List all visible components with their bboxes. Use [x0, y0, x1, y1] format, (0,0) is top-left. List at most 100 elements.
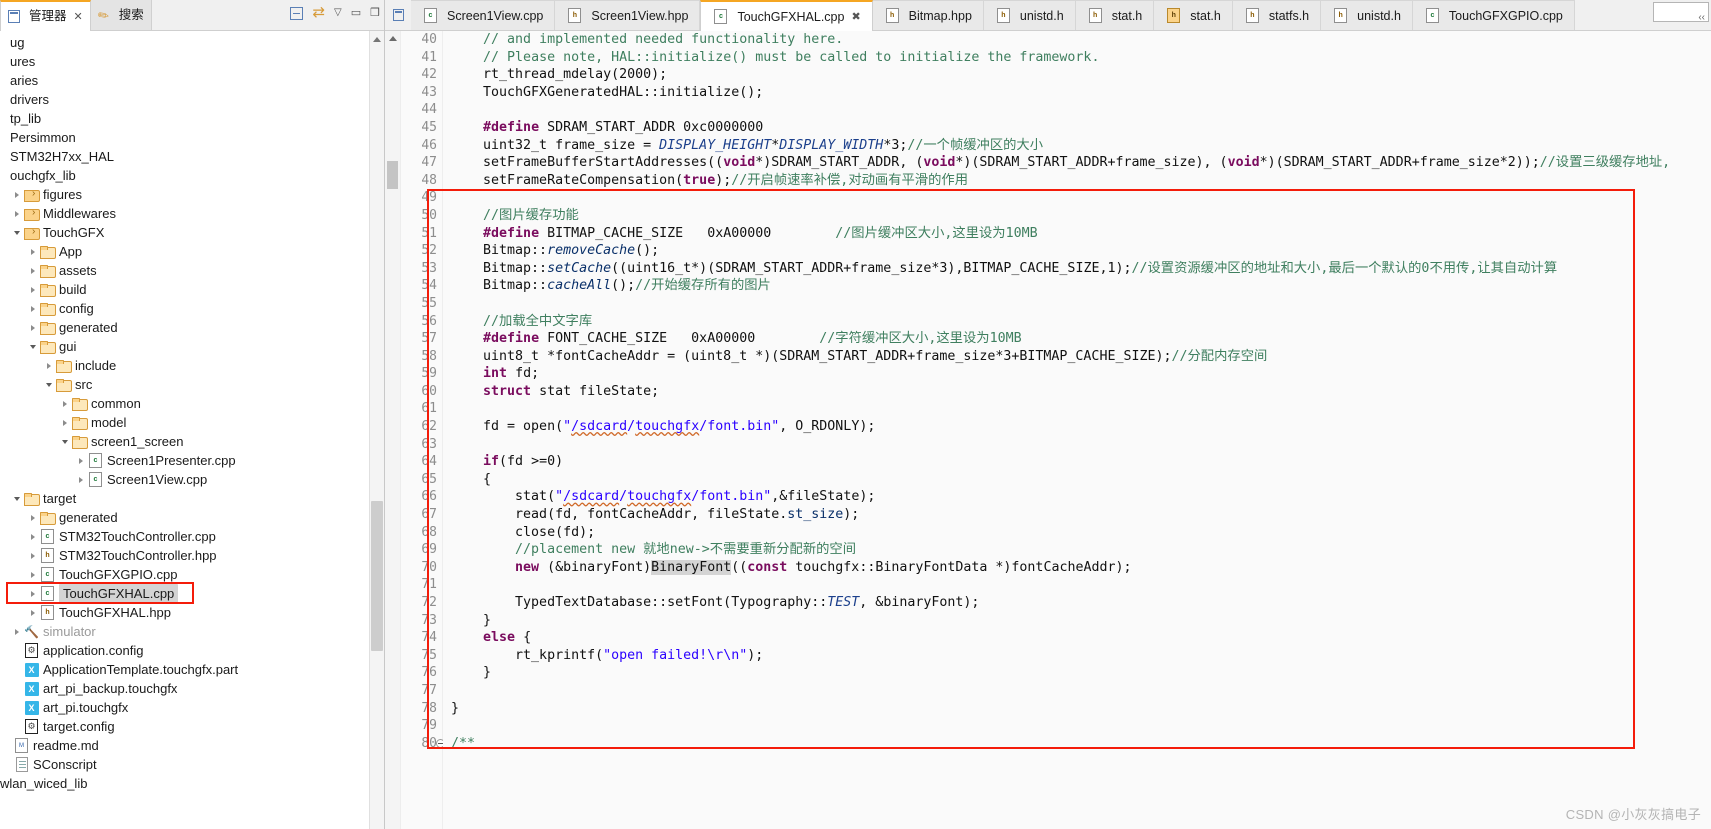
tree-item[interactable]: 🔨 simulator	[0, 622, 384, 641]
tree-item[interactable]: h STM32TouchController.hpp	[0, 546, 384, 565]
tree-item[interactable]: c Screen1View.cpp	[0, 470, 384, 489]
editor-vertical-scrollbar[interactable]	[385, 31, 401, 829]
code-line[interactable]: struct stat fileState;	[443, 383, 1711, 401]
tree-item[interactable]: ⚙ application.config	[0, 641, 384, 660]
tree-item[interactable]: ouchgfx_lib	[0, 166, 384, 185]
view-menu-icon[interactable]: ▽	[334, 5, 342, 21]
tab-project-explorer[interactable]: 管理器 ✕	[0, 0, 91, 31]
code-line[interactable]: }	[443, 612, 1711, 630]
project-tree[interactable]: ug ures aries drivers tp_lib Persimmon STM32H7…	[0, 31, 384, 829]
code-line[interactable]: }	[443, 700, 1711, 718]
tree-item[interactable]: generated	[0, 508, 384, 527]
tree-item[interactable]: Xart_pi.touchgfx	[0, 698, 384, 717]
code-line[interactable]: stat("/sdcard/touchgfx/font.bin",&fileSt…	[443, 488, 1711, 506]
tree-toggle[interactable]	[26, 248, 39, 255]
code-line[interactable]	[443, 682, 1711, 700]
collapse-all-icon[interactable]	[290, 6, 304, 20]
left-panel-scrollbar[interactable]	[369, 31, 384, 829]
tree-toggle[interactable]	[26, 267, 39, 274]
tree-toggle[interactable]	[10, 496, 23, 501]
tree-toggle[interactable]	[74, 457, 87, 464]
tree-item[interactable]: wlan_wiced_lib	[0, 774, 384, 793]
tree-item[interactable]: model	[0, 413, 384, 432]
tree-item[interactable]: Middlewares	[0, 204, 384, 223]
tree-item[interactable]: App	[0, 242, 384, 261]
tree-toggle[interactable]	[74, 476, 87, 483]
code-line[interactable]: //placement new 就地new->不需要重新分配新的空间	[443, 541, 1711, 559]
code-line[interactable]: //图片缓存功能	[443, 207, 1711, 225]
tree-item[interactable]: h TouchGFXHAL.hpp	[0, 603, 384, 622]
editor-tab[interactable]: h stat.h	[1075, 0, 1155, 30]
code-line[interactable]: #define SDRAM_START_ADDR 0xc0000000	[443, 119, 1711, 137]
tree-item[interactable]: drivers	[0, 90, 384, 109]
code-line[interactable]: else {	[443, 629, 1711, 647]
tree-toggle[interactable]	[58, 439, 71, 444]
code-line[interactable]: /**	[443, 735, 1711, 753]
tree-item[interactable]: aries	[0, 71, 384, 90]
code-line[interactable]: Bitmap::removeCache();	[443, 242, 1711, 260]
code-line[interactable]: Bitmap::cacheAll();//开始缓存所有的图片	[443, 277, 1711, 295]
tree-toggle[interactable]	[58, 419, 71, 426]
maximize-icon[interactable]: ❒	[370, 5, 380, 21]
tree-item[interactable]: c TouchGFXGPIO.cpp	[0, 565, 384, 584]
tree-item[interactable]: src	[0, 375, 384, 394]
code-line[interactable]: close(fd);	[443, 524, 1711, 542]
editor-tab[interactable]: h unistd.h	[1321, 0, 1413, 30]
tree-item[interactable]: config	[0, 299, 384, 318]
tree-item[interactable]: gui	[0, 337, 384, 356]
editor-tab-overflow[interactable]	[1653, 2, 1709, 23]
tree-toggle[interactable]	[42, 382, 55, 387]
tree-toggle[interactable]	[26, 305, 39, 312]
close-icon[interactable]: ✖	[851, 10, 860, 23]
tree-item[interactable]: include	[0, 356, 384, 375]
tree-item[interactable]: Xart_pi_backup.touchgfx	[0, 679, 384, 698]
tree-item[interactable]: target	[0, 489, 384, 508]
tab-search[interactable]: ✎ 搜索	[90, 0, 152, 30]
tree-item[interactable]: SConscript	[0, 755, 384, 774]
tree-item[interactable]: TouchGFX	[0, 223, 384, 242]
code-line[interactable]: TouchGFXGeneratedHAL::initialize();	[443, 84, 1711, 102]
tree-item[interactable]: ug	[0, 33, 384, 52]
scroll-up-arrow[interactable]	[373, 37, 381, 42]
tree-toggle[interactable]	[26, 514, 39, 521]
tree-toggle[interactable]	[26, 590, 39, 597]
tree-item[interactable]: build	[0, 280, 384, 299]
code-line[interactable]: setFrameBufferStartAddresses((void*)SDRA…	[443, 154, 1711, 172]
tree-toggle[interactable]	[10, 191, 23, 198]
tree-item[interactable]: assets	[0, 261, 384, 280]
code-line[interactable]	[443, 436, 1711, 454]
tree-toggle[interactable]	[26, 286, 39, 293]
code-line[interactable]: read(fd, fontCacheAddr, fileState.st_siz…	[443, 506, 1711, 524]
tree-toggle[interactable]	[42, 362, 55, 369]
code-line[interactable]	[443, 189, 1711, 207]
editor-tab[interactable]: h Bitmap.hpp	[872, 0, 984, 30]
code-line[interactable]: }	[443, 664, 1711, 682]
code-line[interactable]: #define FONT_CACHE_SIZE 0xA00000 //字符缓冲区…	[443, 330, 1711, 348]
editor-tab[interactable]: h statfs.h	[1232, 0, 1322, 30]
tree-item[interactable]: ⚙ target.config	[0, 717, 384, 736]
tree-item[interactable]: screen1_screen	[0, 432, 384, 451]
tree-toggle[interactable]	[26, 571, 39, 578]
code-line[interactable]: TypedTextDatabase::setFont(Typography::T…	[443, 594, 1711, 612]
code-line[interactable]	[443, 295, 1711, 313]
tree-toggle[interactable]	[10, 230, 23, 235]
tree-item[interactable]: X ApplicationTemplate.touchgfx.part	[0, 660, 384, 679]
tree-item[interactable]: common	[0, 394, 384, 413]
code-line[interactable]: uint8_t *fontCacheAddr = (uint8_t *)(SDR…	[443, 348, 1711, 366]
link-with-editor-icon[interactable]: ⇄	[312, 5, 325, 21]
tree-item[interactable]: figures	[0, 185, 384, 204]
code-line[interactable]: uint32_t frame_size = DISPLAY_HEIGHT*DIS…	[443, 137, 1711, 155]
code-line[interactable]: Bitmap::setCache((uint16_t*)(SDRAM_START…	[443, 260, 1711, 278]
tree-toggle[interactable]	[26, 533, 39, 540]
minimize-icon[interactable]: ▭	[351, 5, 361, 21]
code-line[interactable]: setFrameRateCompensation(true);//开启帧速率补偿…	[443, 172, 1711, 190]
code-line[interactable]: #define BITMAP_CACHE_SIZE 0xA00000 //图片缓…	[443, 225, 1711, 243]
close-icon[interactable]: ✕	[74, 10, 83, 23]
code-view[interactable]: // and implemented needed functionality …	[443, 31, 1711, 829]
tree-item[interactable]: ures	[0, 52, 384, 71]
code-line[interactable]: new (&binaryFont)BinaryFont((const touch…	[443, 559, 1711, 577]
tree-toggle[interactable]	[10, 210, 23, 217]
editor-tab[interactable]: h stat.h	[1154, 0, 1233, 30]
editor-tab[interactable]: h unistd.h	[983, 0, 1076, 30]
editor-tab[interactable]: c TouchGFXHAL.cpp ✖	[700, 0, 873, 31]
